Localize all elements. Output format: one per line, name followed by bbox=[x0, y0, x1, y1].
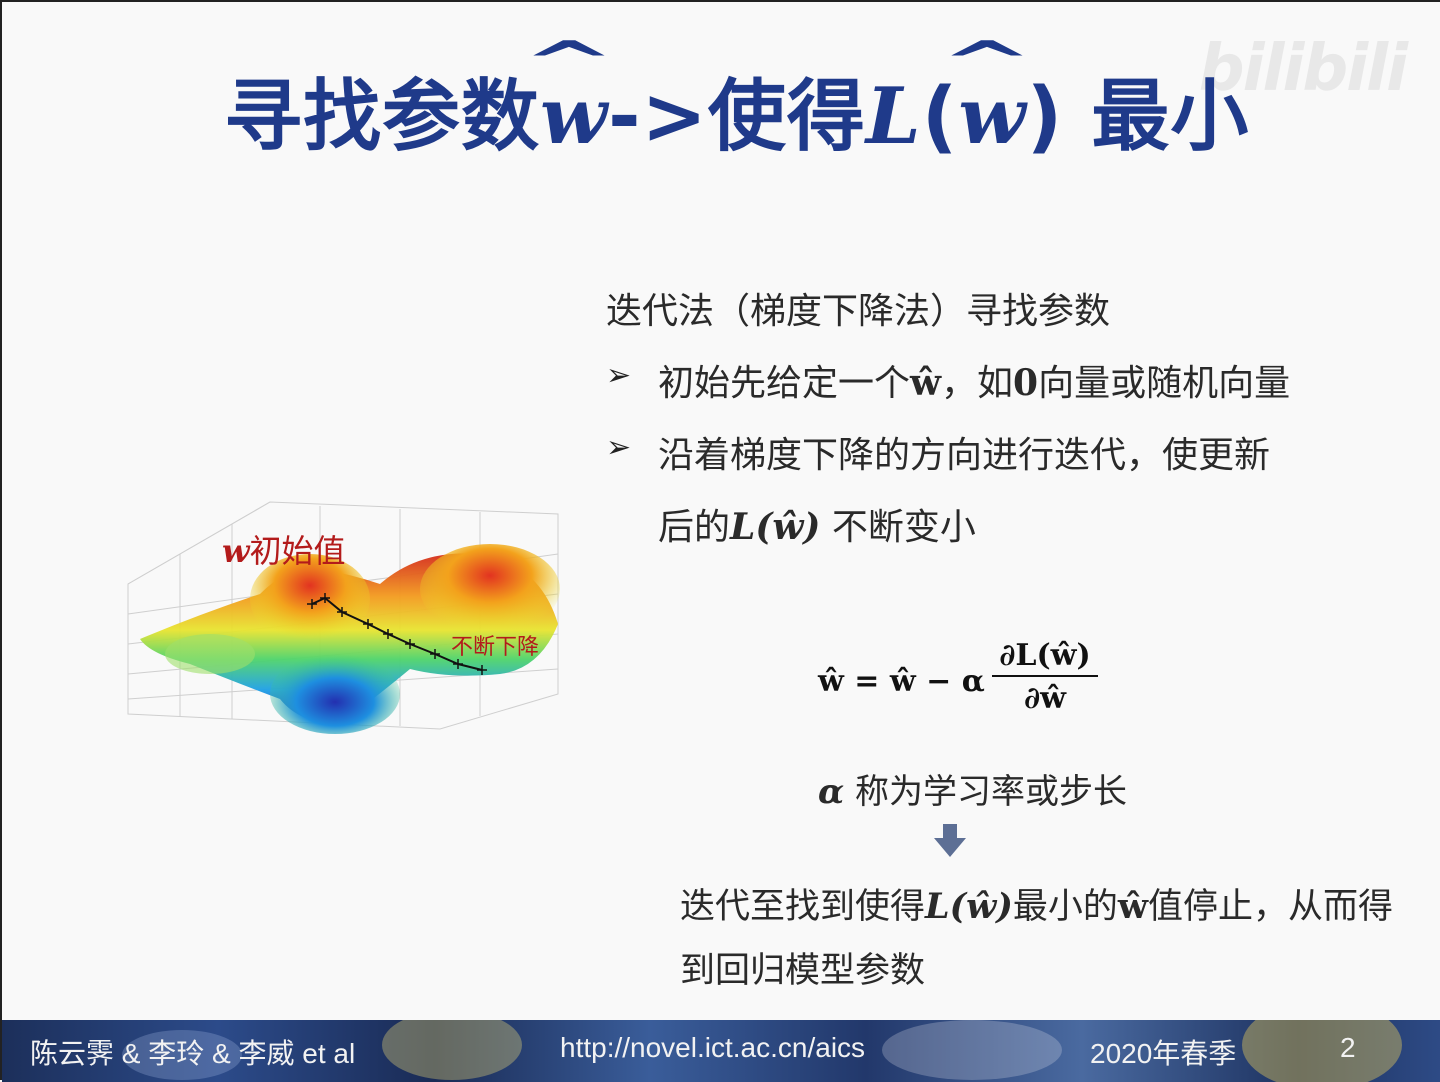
fraction-numerator: ∂L(ŵ) bbox=[999, 638, 1091, 673]
bullet-arrow-icon: ➢ bbox=[606, 358, 632, 393]
alpha-symbol: α bbox=[818, 772, 845, 812]
bullet-1: 初始先给定一个ŵ，如0向量或随机向量 bbox=[658, 354, 1290, 406]
surface-valley-2 bbox=[165, 634, 255, 674]
bullet-1-text-c: 向量或随机向量 bbox=[1038, 363, 1291, 404]
title-prefix: 寻找参数 bbox=[224, 72, 541, 162]
conclusion-line-1: 迭代至找到使得L(ŵ)最小的ŵ值停止，从而得 bbox=[680, 878, 1393, 929]
bullet-2-math: L(ŵ) bbox=[730, 506, 821, 548]
footer-url[interactable]: http://novel.ict.ac.cn/aics bbox=[560, 1032, 865, 1064]
bullet-2-text-a: 后的 bbox=[658, 507, 731, 548]
bullet-2-line-1: 沿着梯度下降的方向进行迭代，使更新 bbox=[658, 435, 1271, 476]
bullet-1-text-b: ，如 bbox=[941, 363, 1014, 404]
initial-w: w bbox=[222, 532, 250, 570]
page-number: 2 bbox=[1340, 1032, 1356, 1063]
bullet-1-text-a: 初始先给定一个 bbox=[658, 363, 911, 404]
fraction-denominator: ∂ŵ bbox=[1024, 681, 1066, 716]
conclusion-w: ŵ bbox=[1117, 886, 1149, 927]
update-equation-lhs: ŵ = ŵ − α bbox=[818, 664, 985, 699]
footer-swirl bbox=[382, 1020, 522, 1080]
title-suffix: 最小 bbox=[1063, 72, 1250, 162]
bullet-2-text-b: 不断变小 bbox=[820, 507, 976, 548]
bullet-1-w: ŵ bbox=[910, 362, 942, 404]
descending-label: 不断下降 bbox=[451, 635, 540, 660]
bullet-arrow-icon: ➢ bbox=[606, 430, 632, 465]
alpha-description: α 称为学习率或步长 bbox=[818, 764, 1127, 813]
intro-text: 迭代法（梯度下降法）寻找参数 bbox=[606, 291, 1111, 332]
title-w-hat-2: w bbox=[958, 71, 1026, 162]
down-arrow-icon bbox=[934, 824, 966, 857]
conclusion-text-a: 迭代至找到使得 bbox=[680, 887, 926, 927]
initial-value-text: 初始值 bbox=[249, 532, 346, 570]
footer-authors: 陈云霁 & 李玲 & 李威 et al bbox=[30, 1038, 356, 1069]
footer-term: 2020年春季 bbox=[1090, 1038, 1237, 1069]
conclusion-math: L(ŵ) bbox=[925, 886, 1013, 927]
footer-swirl bbox=[1242, 1020, 1402, 1082]
conclusion-text-b: 最小的 bbox=[1012, 887, 1118, 927]
footer-swirl bbox=[882, 1020, 1062, 1080]
alpha-text: 称为学习率或步长 bbox=[844, 772, 1127, 812]
gradient-fraction: ∂L(ŵ) ∂ŵ bbox=[992, 638, 1098, 716]
surface-valley bbox=[270, 654, 400, 734]
fraction-bar bbox=[992, 675, 1098, 677]
initial-value-label: w初始值 bbox=[222, 526, 346, 572]
conclusion-text-c: 值停止，从而得 bbox=[1148, 887, 1394, 927]
bullet-1-zero: 0 bbox=[1013, 362, 1039, 404]
title-L: L bbox=[865, 71, 922, 162]
slide-title: 寻找参数w->使得L(w) 最小 bbox=[224, 54, 1249, 166]
conclusion-line-2: 到回归模型参数 bbox=[680, 951, 926, 991]
title-w-hat: w bbox=[540, 71, 608, 162]
bullet-2-line-2: 后的L(ŵ) 不断变小 bbox=[658, 498, 976, 550]
title-arrow: ->使得 bbox=[608, 72, 866, 162]
slide: bilibili 寻找参数w->使得L(w) 最小 bbox=[0, 0, 1440, 1082]
surface-peak-right bbox=[420, 544, 560, 634]
